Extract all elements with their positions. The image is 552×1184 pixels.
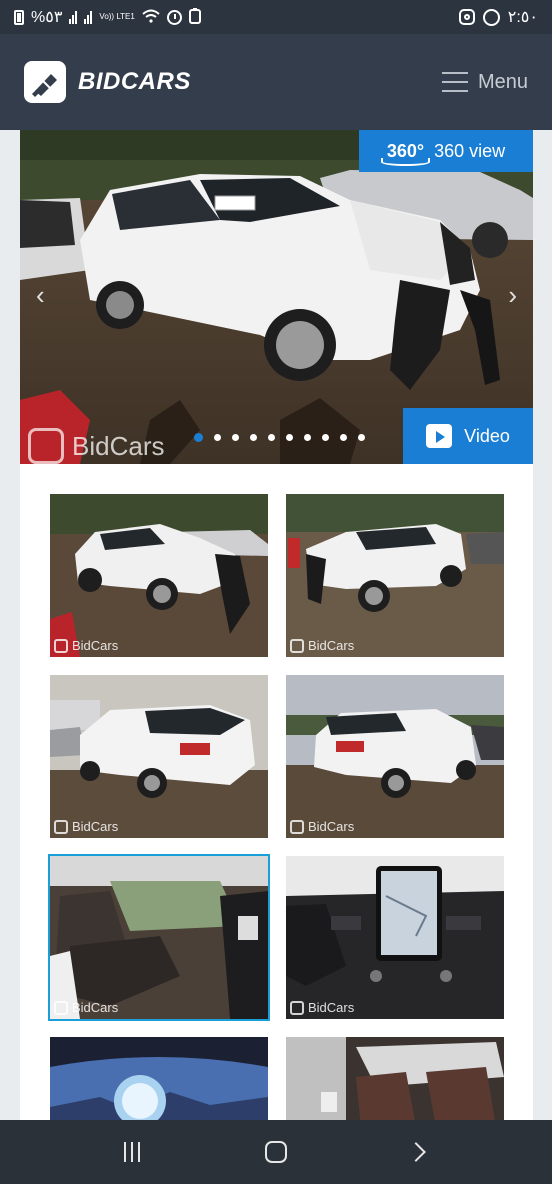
watermark-text: BidCars <box>72 819 119 834</box>
menu-button[interactable]: Menu <box>441 71 528 94</box>
watermark-text: BidCars <box>72 638 119 653</box>
thumbnail-7[interactable] <box>50 1037 268 1120</box>
system-navigation-bar <box>0 1120 552 1184</box>
watermark-logo-icon <box>54 1000 68 1015</box>
video-label[interactable]: Video <box>464 426 510 447</box>
watermark-text: BidCars <box>308 819 355 834</box>
main-photo[interactable]: 360° 360 view ‹ › BidCars Video <box>20 130 533 464</box>
wifi-icon <box>142 9 160 25</box>
recents-button[interactable] <box>102 1122 162 1182</box>
thumbnail-3[interactable]: BidCars <box>50 675 268 838</box>
thumbnail-watermark: BidCars <box>290 638 354 653</box>
slide-dot[interactable] <box>268 434 275 441</box>
logo-icon[interactable] <box>24 61 66 103</box>
status-bar: %٥٣ Vo)) LTE1 ٢:٥٠ <box>0 0 552 34</box>
thumbnail-1[interactable]: BidCars <box>50 494 268 657</box>
watermark-text: BidCars <box>308 1000 355 1015</box>
home-icon[interactable] <box>265 1141 287 1163</box>
chevron-right-icon[interactable]: › <box>508 280 517 311</box>
video-button[interactable]: Video <box>403 408 533 464</box>
slide-dot[interactable] <box>250 434 257 441</box>
vehicle-gallery: 360° 360 view ‹ › BidCars Video BidCars <box>20 130 533 1120</box>
slide-dot[interactable] <box>232 434 239 441</box>
slide-dot[interactable] <box>304 434 311 441</box>
watermark-logo-icon <box>290 638 304 653</box>
notification-icon <box>188 8 201 26</box>
slide-dot[interactable] <box>194 433 203 442</box>
thumbnail-8[interactable] <box>286 1037 504 1120</box>
watermark-logo-icon <box>28 428 64 464</box>
thumbnail-watermark: BidCars <box>290 819 354 834</box>
signal-icon-2 <box>84 10 93 24</box>
signal-icon <box>69 10 78 24</box>
play-video-icon[interactable] <box>426 424 453 448</box>
chevron-left-icon[interactable]: ‹ <box>36 280 45 311</box>
status-left: %٥٣ Vo)) LTE1 <box>14 7 201 27</box>
watermark-text: BidCars <box>72 1000 119 1015</box>
slide-dot[interactable] <box>340 434 347 441</box>
home-button[interactable] <box>246 1122 306 1182</box>
slide-dot[interactable] <box>322 434 329 441</box>
watermark-logo-icon <box>290 1000 304 1015</box>
site-header: BIDCARS Menu <box>0 34 552 130</box>
thumbnail-2[interactable]: BidCars <box>286 494 504 657</box>
watermark-logo-icon <box>54 638 68 653</box>
rotate-360-icon[interactable]: 360° <box>380 141 431 166</box>
recents-icon[interactable] <box>124 1142 140 1162</box>
hamburger-icon[interactable] <box>441 72 468 92</box>
photo-watermark: BidCars <box>28 428 164 464</box>
watermark-logo-icon <box>54 819 68 834</box>
volte-indicator: Vo)) LTE1 <box>99 12 135 21</box>
thumbnail-4[interactable]: BidCars <box>286 675 504 838</box>
view-360-label[interactable]: 360 view <box>434 141 505 162</box>
slide-dot[interactable] <box>286 434 293 441</box>
battery-percent: %٥٣ <box>31 9 63 26</box>
status-right: ٢:٥٠ <box>458 7 538 27</box>
menu-label[interactable]: Menu <box>478 71 528 94</box>
alarm-icon <box>166 9 182 25</box>
slide-dot[interactable] <box>358 434 365 441</box>
thumbnail-watermark: BidCars <box>290 1000 354 1015</box>
thumbnail-watermark: BidCars <box>54 819 118 834</box>
instagram-icon <box>458 9 475 25</box>
slide-dot[interactable] <box>214 434 221 441</box>
slide-indicator <box>194 433 365 442</box>
thumbnail-watermark: BidCars <box>54 638 118 653</box>
watermark-text: BidCars <box>308 638 355 653</box>
thumbnail-6[interactable]: BidCars <box>286 856 504 1019</box>
thumbnail-watermark: BidCars <box>54 1000 118 1015</box>
whatsapp-icon <box>482 8 500 26</box>
watermark-text: BidCars <box>72 430 165 461</box>
back-button[interactable] <box>390 1122 450 1182</box>
back-chevron-icon[interactable] <box>406 1142 426 1162</box>
thumbnail-5[interactable]: BidCars <box>48 854 270 1021</box>
watermark-logo-icon <box>290 819 304 834</box>
clock-time: ٢:٥٠ <box>507 9 538 26</box>
view-360-button[interactable]: 360° 360 view <box>359 130 533 172</box>
battery-icon <box>14 9 24 25</box>
brand-name[interactable]: BIDCARS <box>78 68 191 96</box>
